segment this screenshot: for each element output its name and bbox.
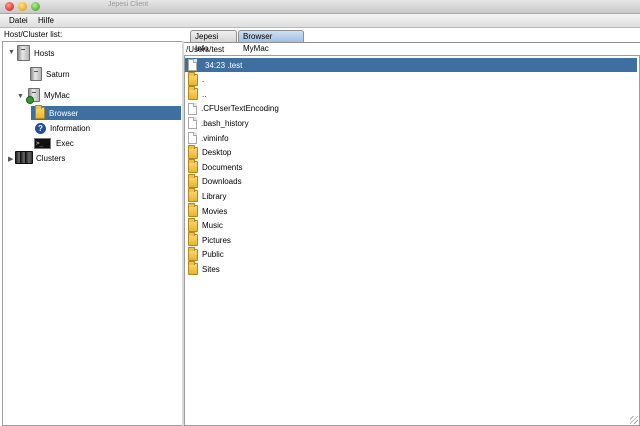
file-icon bbox=[188, 102, 197, 115]
tree-node-mymac[interactable]: MyMac bbox=[26, 88, 70, 104]
tree-node-label: Saturn bbox=[46, 69, 70, 79]
file-name: Library bbox=[202, 191, 227, 201]
computer-icon bbox=[30, 67, 42, 81]
file-list[interactable]: 34:23 .test... .CFUserTextEncoding .bash_h… bbox=[184, 55, 640, 426]
tree-node-hosts[interactable]: Hosts bbox=[17, 45, 55, 61]
computer-icon bbox=[17, 45, 30, 61]
expand-clusters-toggle[interactable]: ▶ bbox=[8, 155, 13, 163]
expand-mymac-toggle[interactable]: ▼ bbox=[17, 93, 24, 100]
tree-node-label: Clusters bbox=[36, 153, 66, 163]
tree-node-information[interactable]: ? Information bbox=[35, 121, 90, 135]
file-row[interactable]: Library bbox=[185, 188, 637, 203]
folder-icon bbox=[35, 105, 45, 119]
file-name: Movies bbox=[202, 206, 228, 216]
folder-icon bbox=[188, 144, 198, 159]
file-row[interactable]: Movies bbox=[185, 203, 637, 218]
folder-icon bbox=[188, 86, 198, 101]
terminal-icon: >_ bbox=[34, 137, 51, 149]
file-name: .viminfo bbox=[201, 133, 229, 143]
file-row[interactable]: Documents bbox=[185, 159, 637, 174]
host-cluster-list-label: Host/Cluster list: bbox=[4, 30, 63, 39]
folder-icon bbox=[188, 261, 198, 276]
minimize-window-button[interactable] bbox=[18, 2, 27, 11]
tree-node-clusters[interactable]: Clusters bbox=[15, 151, 65, 165]
tree-node-exec[interactable]: >_ Exec bbox=[34, 136, 74, 150]
info-icon: ? bbox=[35, 122, 46, 134]
tree-node-browser[interactable]: Browser bbox=[31, 105, 181, 120]
host-cluster-tree[interactable]: ▼ Hosts Saturn ▼ MyMac Browser ? Informa… bbox=[2, 41, 183, 426]
file-name: 34:23 .test bbox=[205, 60, 243, 70]
file-name: Desktop bbox=[202, 148, 232, 158]
file-row[interactable]: Music bbox=[185, 217, 637, 233]
window-title: Jepesi Client bbox=[108, 1, 149, 8]
file-row[interactable]: Public bbox=[185, 246, 637, 262]
file-row[interactable]: .bash_history bbox=[185, 116, 637, 130]
window-resize-grip[interactable] bbox=[630, 416, 638, 424]
zoom-window-button[interactable] bbox=[31, 2, 40, 11]
file-name: .bash_history bbox=[201, 118, 249, 128]
file-name: .. bbox=[202, 89, 207, 99]
expand-hosts-toggle[interactable]: ▼ bbox=[8, 49, 15, 56]
file-name: .CFUserTextEncoding bbox=[201, 104, 279, 114]
computer-icon bbox=[26, 88, 40, 104]
folder-icon bbox=[188, 246, 198, 261]
folder-icon bbox=[188, 203, 198, 217]
file-name: Sites bbox=[202, 264, 220, 274]
file-row[interactable]: 34:23 .test bbox=[185, 58, 637, 72]
tab-jepesi-info[interactable]: Jepesi Info bbox=[190, 30, 237, 53]
clusters-icon bbox=[15, 151, 33, 165]
file-row[interactable]: .viminfo bbox=[185, 131, 637, 145]
file-row[interactable]: Desktop bbox=[185, 144, 637, 160]
file-icon bbox=[188, 59, 197, 71]
file-name: Downloads bbox=[202, 177, 242, 187]
tree-node-label: Hosts bbox=[34, 48, 55, 58]
file-row[interactable]: .CFUserTextEncoding bbox=[185, 102, 637, 116]
file-row[interactable]: Downloads bbox=[185, 173, 637, 189]
tree-node-saturn[interactable]: Saturn bbox=[30, 67, 70, 81]
menu-datei[interactable]: Datei bbox=[9, 16, 28, 25]
file-name: Music bbox=[202, 221, 223, 231]
file-name: Public bbox=[202, 250, 224, 260]
file-row[interactable]: . bbox=[185, 71, 637, 87]
file-icon bbox=[188, 117, 197, 130]
file-name: . bbox=[202, 75, 205, 85]
close-window-button[interactable] bbox=[5, 2, 14, 11]
tree-node-label: Browser bbox=[49, 108, 79, 118]
folder-icon bbox=[188, 188, 198, 203]
file-name: Pictures bbox=[202, 235, 231, 245]
tree-node-label: Information bbox=[50, 123, 91, 133]
tree-node-label: Exec bbox=[56, 138, 74, 148]
file-row[interactable]: .. bbox=[185, 86, 637, 101]
tab-divider bbox=[184, 42, 640, 43]
folder-icon bbox=[188, 217, 198, 232]
file-icon bbox=[188, 132, 197, 144]
folder-icon bbox=[188, 71, 198, 86]
folder-icon bbox=[188, 232, 198, 247]
tree-node-label: MyMac bbox=[44, 90, 70, 100]
window-titlebar: Jepesi Client bbox=[0, 0, 640, 14]
folder-icon bbox=[188, 173, 198, 188]
folder-icon bbox=[188, 159, 198, 174]
tab-browser-mymac[interactable]: Browser MyMac bbox=[238, 30, 304, 53]
file-name: Documents bbox=[202, 162, 243, 172]
menu-hilfe[interactable]: Hilfe bbox=[38, 16, 54, 25]
file-row[interactable]: Sites bbox=[185, 261, 637, 276]
menu-bar: Datei Hilfe bbox=[0, 14, 640, 28]
file-row[interactable]: Pictures bbox=[185, 232, 637, 247]
connected-badge-icon bbox=[26, 96, 34, 104]
current-path: /Users/test bbox=[186, 45, 225, 54]
